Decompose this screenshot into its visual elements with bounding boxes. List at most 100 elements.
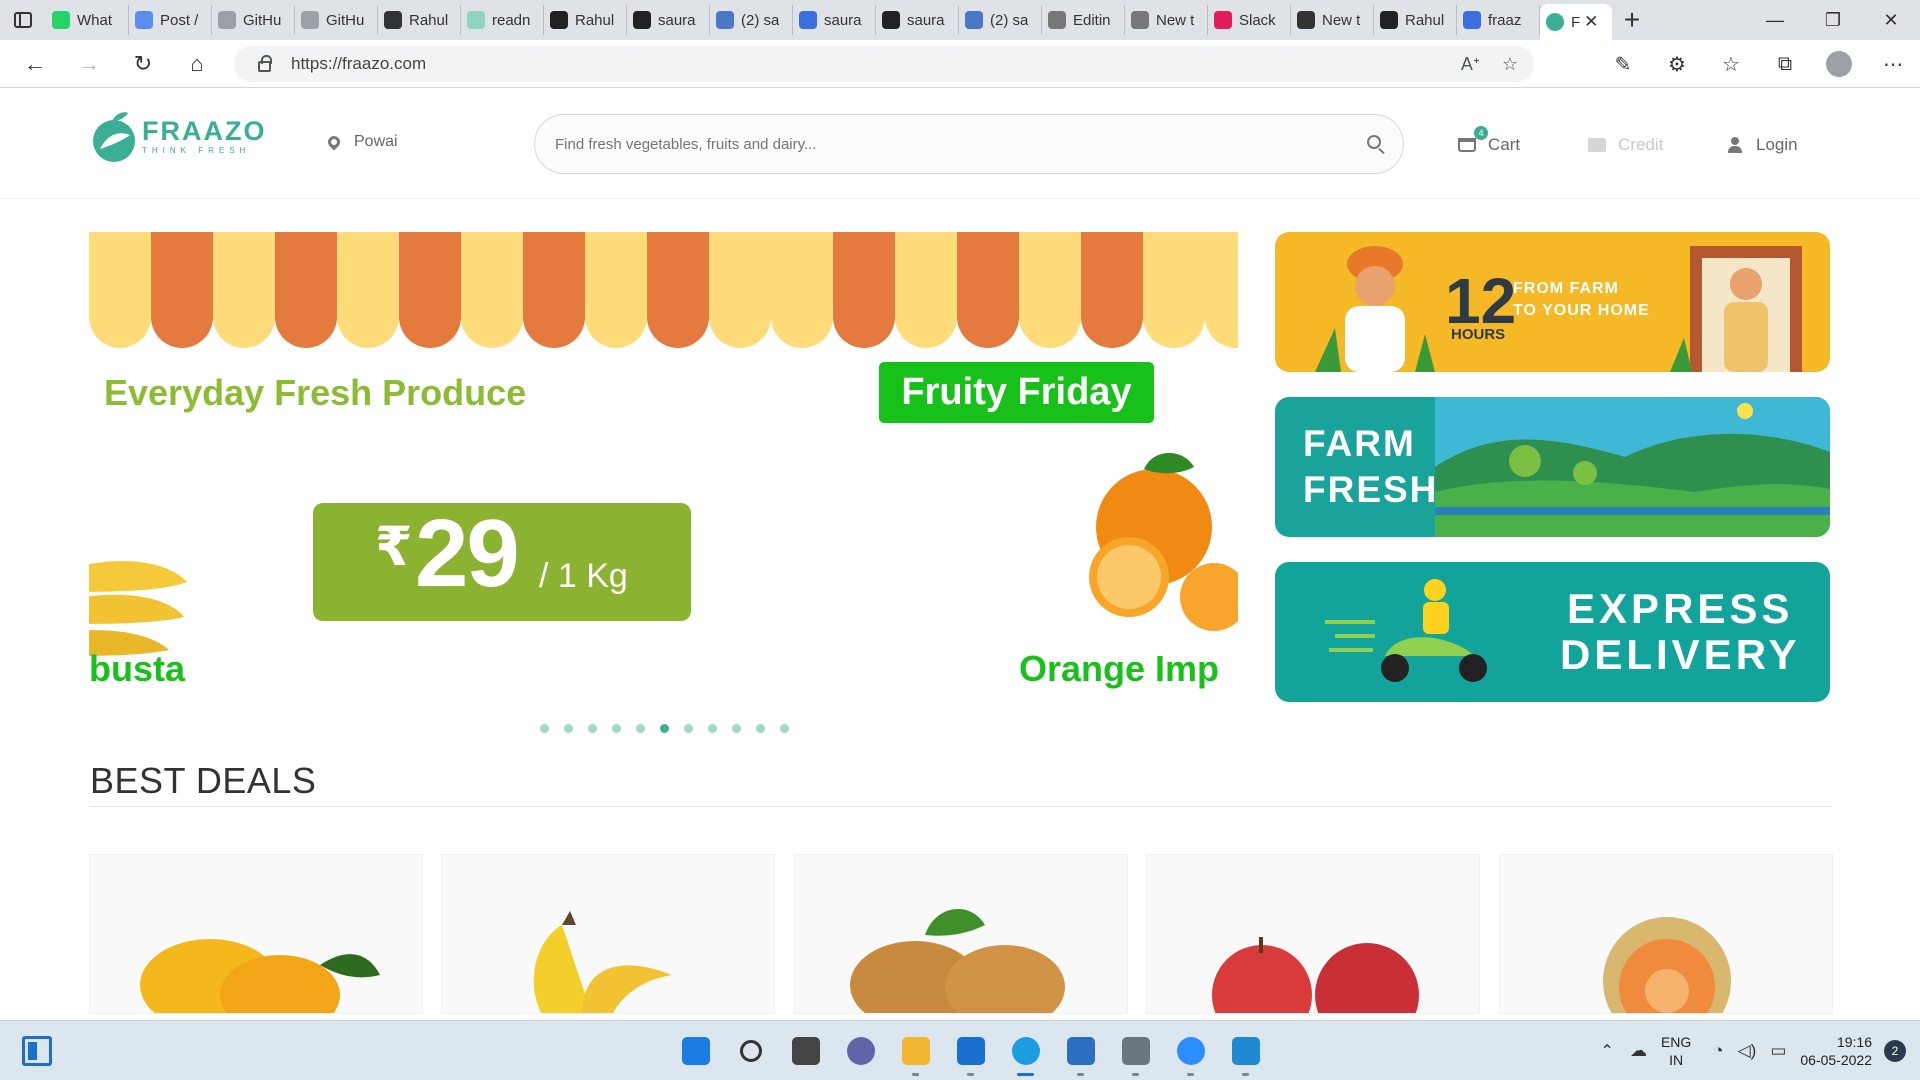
tab-fraazo-active[interactable]: F ✕ — [1540, 4, 1612, 40]
carousel-dot[interactable] — [780, 724, 789, 733]
widgets-icon[interactable] — [22, 1036, 52, 1066]
farm-line-1: FROM FARM — [1513, 280, 1619, 297]
browser-tab[interactable]: New t — [1291, 5, 1374, 35]
deal-card-muskmelon[interactable] — [1499, 854, 1833, 1014]
lock-icon[interactable] — [258, 55, 272, 72]
browser-tab[interactable]: Post / — [129, 5, 212, 35]
browser-tab[interactable]: fraaz — [1457, 5, 1540, 35]
fraazo-logo[interactable]: FRAAZO THINK FRESH — [90, 111, 266, 162]
product-search[interactable] — [534, 114, 1404, 174]
home-button[interactable]: ⌂ — [170, 40, 224, 88]
credit-link[interactable]: Credit — [1588, 135, 1663, 155]
refresh-button[interactable]: ↻ — [116, 40, 170, 88]
taskbar-search[interactable] — [723, 1021, 778, 1080]
carousel-dot[interactable] — [612, 724, 621, 733]
extensions-icon[interactable]: ⚙ — [1650, 52, 1704, 77]
taskbar-photos[interactable] — [1053, 1021, 1108, 1080]
carousel-dot[interactable] — [684, 724, 693, 733]
deal-card-potato[interactable] — [794, 854, 1128, 1014]
carousel-dot[interactable] — [756, 724, 765, 733]
left-product-name: busta — [89, 648, 186, 689]
browser-tab[interactable]: Rahul — [1374, 5, 1457, 35]
input-language[interactable]: ENG IN — [1661, 1033, 1691, 1069]
browser-tab[interactable]: GitHu — [295, 5, 378, 35]
browser-tab[interactable]: Rahul — [378, 5, 461, 35]
collections-icon[interactable]: ⧉ — [1758, 53, 1812, 76]
r-icon — [550, 11, 568, 29]
carousel-dot[interactable] — [588, 724, 597, 733]
pen-icon[interactable]: ✎ — [1596, 52, 1650, 77]
awning-stripe — [1205, 232, 1238, 348]
taskbar-mail[interactable] — [943, 1021, 998, 1080]
clock[interactable]: 19:16 06-05-2022 — [1800, 1033, 1872, 1069]
farm-to-home-banner[interactable]: 12 HOURS FROM FARM TO YOUR HOME — [1275, 232, 1830, 372]
deal-card-apple[interactable] — [1146, 854, 1480, 1014]
volume-icon[interactable]: ◁) — [1738, 1041, 1757, 1061]
show-hidden-icons[interactable]: ⌃ — [1601, 1041, 1614, 1061]
browser-tab[interactable]: Rahul — [544, 5, 627, 35]
address-bar[interactable]: https://fraazo.com Aᐩ ☆ — [234, 46, 1534, 82]
awning-stripe — [213, 232, 275, 348]
taskbar-edge[interactable] — [998, 1021, 1053, 1080]
taskbar-windows-start[interactable] — [668, 1021, 723, 1080]
close-tab-icon[interactable]: ✕ — [1584, 12, 1598, 32]
forward-button[interactable]: → — [62, 40, 116, 88]
tab-label: saura — [824, 11, 862, 29]
carousel-dot[interactable] — [540, 724, 549, 733]
page-icon — [301, 11, 319, 29]
notification-badge[interactable]: 2 — [1884, 1040, 1906, 1062]
tab-actions-button[interactable] — [0, 0, 46, 40]
more-menu-icon[interactable]: ⋯ — [1866, 52, 1920, 77]
browser-tab[interactable]: (2) sa — [710, 5, 793, 35]
battery-icon[interactable]: ▭ — [1770, 1041, 1786, 1061]
deal-card-banana[interactable] — [441, 854, 775, 1014]
minimize-button[interactable]: — — [1746, 0, 1804, 40]
browser-tab[interactable]: What — [46, 5, 129, 35]
deal-card-mango[interactable] — [89, 854, 423, 1014]
fraazo-favicon — [1546, 13, 1564, 31]
search-icon[interactable] — [1367, 135, 1381, 149]
restore-button[interactable]: ❐ — [1804, 0, 1862, 40]
location-selector[interactable]: Powai — [325, 133, 398, 151]
add-favorite-icon[interactable]: ☆ — [1502, 54, 1518, 75]
carousel-dot[interactable] — [564, 724, 573, 733]
wifi-icon[interactable]: ◔ — [1713, 1041, 1723, 1061]
carousel-dot[interactable] — [636, 724, 645, 733]
browser-tab[interactable]: saura — [876, 5, 959, 35]
browser-tab[interactable]: New t — [1125, 5, 1208, 35]
taskbar-task-view[interactable] — [778, 1021, 833, 1080]
taskbar-teams-chat[interactable] — [833, 1021, 888, 1080]
carousel-dot[interactable] — [732, 724, 741, 733]
cart-link[interactable]: 4 Cart — [1458, 126, 1520, 155]
leaf-logo-icon — [90, 111, 138, 162]
back-button[interactable]: ← — [8, 40, 62, 88]
page-icon — [218, 11, 236, 29]
taskbar-vscode[interactable] — [1218, 1021, 1273, 1080]
farm-fresh-banner[interactable]: FARM FRESH — [1275, 397, 1830, 537]
login-link[interactable]: Login — [1728, 135, 1798, 155]
profile-avatar[interactable] — [1826, 51, 1852, 77]
browser-tab[interactable]: Editin — [1042, 5, 1125, 35]
carousel-dot[interactable] — [708, 724, 717, 733]
browser-tab[interactable]: readn — [461, 5, 544, 35]
tab-list: What Post / GitHu GitHu Rahul readn Rahul saura… — [46, 0, 1540, 40]
new-tab-button[interactable]: + — [1612, 0, 1652, 40]
carousel-dot[interactable] — [660, 724, 669, 733]
taskbar-file-explorer[interactable] — [888, 1021, 943, 1080]
express-delivery-banner[interactable]: EXPRESS DELIVERY — [1275, 562, 1830, 702]
system-tray: ⌃ ☁ ENG IN ◔ ◁) ▭ 19:16 06-05-2022 2 — [1601, 1021, 1920, 1080]
hero-carousel[interactable]: Everyday Fresh Produce Fruity Friday ₹ 2… — [89, 232, 1238, 710]
browser-tab[interactable]: saura — [793, 5, 876, 35]
url-text[interactable]: https://fraazo.com — [291, 54, 426, 74]
taskbar-settings[interactable] — [1108, 1021, 1163, 1080]
browser-tab[interactable]: (2) sa — [959, 5, 1042, 35]
taskbar-zoom[interactable] — [1163, 1021, 1218, 1080]
close-window-button[interactable]: ✕ — [1862, 0, 1920, 40]
cloud-icon[interactable]: ☁ — [1630, 1041, 1647, 1061]
search-input[interactable] — [555, 135, 1335, 153]
browser-tab[interactable]: Slack — [1208, 5, 1291, 35]
browser-tab[interactable]: GitHu — [212, 5, 295, 35]
browser-tab[interactable]: saura — [627, 5, 710, 35]
favorites-icon[interactable]: ☆ — [1704, 52, 1758, 77]
read-aloud-icon[interactable]: Aᐩ — [1461, 54, 1480, 75]
